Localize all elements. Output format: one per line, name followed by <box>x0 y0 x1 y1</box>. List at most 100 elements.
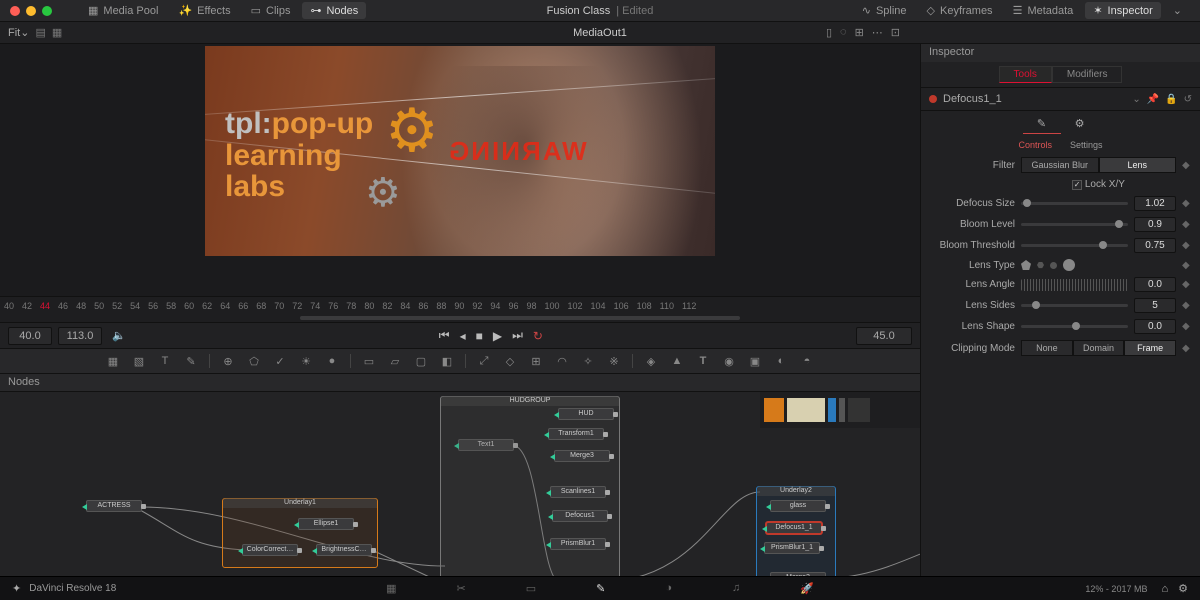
metadata-button[interactable]: ☰Metadata <box>1005 2 1082 19</box>
tool-text-icon[interactable]: T <box>157 355 173 367</box>
maximize-window[interactable] <box>42 6 52 16</box>
page-color[interactable]: ◑ <box>665 582 672 595</box>
lens-sides-value[interactable]: 5 <box>1134 298 1176 313</box>
tab-modifiers[interactable]: Modifiers <box>1052 66 1123 83</box>
lens-shape-value[interactable]: 0.0 <box>1134 319 1176 334</box>
tool-paint-icon[interactable]: ✎ <box>183 355 199 368</box>
node-merge3[interactable]: Merge3 <box>554 450 610 462</box>
group-underlay1[interactable]: Underlay1 <box>222 498 378 568</box>
node-ellipse1[interactable]: Ellipse1 <box>298 518 354 530</box>
node-hud[interactable]: HUD <box>558 408 614 420</box>
tool-resize-icon[interactable]: ⤢ <box>476 355 492 368</box>
keyframe-icon[interactable]: ◆ <box>1182 219 1190 230</box>
node-brightness[interactable]: BrightnessC… <box>316 544 372 556</box>
subtab-controls[interactable]: ✎ <box>1023 117 1061 134</box>
tool-tracker-icon[interactable]: ⊕ <box>220 355 236 368</box>
keyframe-icon[interactable]: ◆ <box>1182 343 1190 354</box>
spline-button[interactable]: ∿Spline <box>854 2 915 19</box>
nodes-button[interactable]: ⊶Nodes <box>302 2 366 19</box>
in-frame[interactable]: 40.0 <box>8 327 52 345</box>
fit-dropdown[interactable]: Fit⌄ <box>8 26 29 39</box>
stop-button[interactable]: ■ <box>476 329 483 343</box>
tool-mask-icon[interactable]: ⬠ <box>246 355 262 368</box>
view-mode-b[interactable]: ▦ <box>52 26 62 39</box>
clip-frame[interactable]: Frame <box>1124 340 1176 356</box>
page-edit[interactable]: ▭ <box>526 582 536 595</box>
keyframe-icon[interactable]: ◆ <box>1182 198 1190 209</box>
tool-brightness-icon[interactable]: ☀ <box>298 355 314 368</box>
tool-bg-icon[interactable]: ▦ <box>105 355 121 368</box>
lens-angle-dial[interactable] <box>1021 279 1128 291</box>
tool-xf-icon[interactable]: ▱ <box>387 355 403 368</box>
reset-icon[interactable]: ↺ <box>1184 94 1192 105</box>
subtab-settings[interactable]: ⚙ <box>1061 117 1099 134</box>
lens-type-circle-small[interactable] <box>1050 262 1057 269</box>
inspector-button[interactable]: ✶Inspector <box>1085 2 1160 19</box>
tool-blur-icon[interactable]: ● <box>324 355 340 367</box>
lens-angle-value[interactable]: 0.0 <box>1134 277 1176 292</box>
defocus-size-slider[interactable] <box>1021 202 1128 205</box>
keyframes-button[interactable]: ◇Keyframes <box>919 2 1001 19</box>
lockxy-checkbox[interactable]: ✓ <box>1072 180 1082 190</box>
tool-pEmit-icon[interactable]: ※ <box>606 355 622 368</box>
play-button[interactable]: ▶ <box>493 329 502 343</box>
go-end-button[interactable]: ⏭ <box>512 328 523 343</box>
keyframe-icon[interactable]: ◆ <box>1182 279 1190 290</box>
lock-icon[interactable]: 🔒 <box>1165 94 1177 105</box>
close-window[interactable] <box>10 6 20 16</box>
view-grid-icon[interactable]: ⊞ <box>855 26 864 39</box>
node-defocus1[interactable]: Defocus1 <box>552 510 608 522</box>
tool-chroma-icon[interactable]: ◧ <box>439 355 455 368</box>
view-globe-icon[interactable]: ◌ <box>840 26 847 39</box>
keyframe-icon[interactable]: ◆ <box>1182 300 1190 311</box>
viewer[interactable]: tpl:pop-up learning labs ⚙ ⚙ WARNING <box>0 44 920 296</box>
time-ruler[interactable]: 4042444648505254565860626466687072747678… <box>0 296 920 314</box>
go-start-button[interactable]: ⏮ <box>439 328 450 343</box>
view-split-icon[interactable]: ▯ <box>826 26 832 39</box>
tool-shader-icon[interactable]: ◓ <box>799 355 815 367</box>
lens-type-circle-large[interactable] <box>1063 259 1075 271</box>
clip-none[interactable]: None <box>1021 340 1073 356</box>
scrub-bar[interactable] <box>0 314 920 322</box>
bloom-threshold-slider[interactable] <box>1021 244 1128 247</box>
tool-corner-icon[interactable]: ◇ <box>502 355 518 368</box>
tool-3d-icon[interactable]: ◈ <box>643 355 659 368</box>
effects-button[interactable]: ✨Effects <box>170 2 238 19</box>
filter-gaussian[interactable]: Gaussian Blur <box>1021 157 1099 173</box>
defocus-size-value[interactable]: 1.02 <box>1134 196 1176 211</box>
page-media[interactable]: ▦ <box>386 582 396 595</box>
keyframe-icon[interactable]: ◆ <box>1182 260 1190 271</box>
versions-icon[interactable]: ⌄ <box>1132 94 1140 105</box>
page-cut[interactable]: ✂ <box>456 582 465 595</box>
node-scanlines1[interactable]: Scanlines1 <box>550 486 606 498</box>
page-fairlight[interactable]: ♫ <box>732 582 740 595</box>
audio-icon[interactable]: 🔈 <box>112 329 126 342</box>
inspector-node-header[interactable]: Defocus1_1 ⌄ 📌 🔒 ↺ <box>921 87 1200 111</box>
tool-render-icon[interactable]: ▣ <box>747 355 763 368</box>
node-glass[interactable]: glass <box>770 500 826 512</box>
tool-text3d-icon[interactable]: T <box>695 355 711 367</box>
tool-shape-icon[interactable]: ◉ <box>721 355 737 368</box>
tool-bspline-icon[interactable]: ✓ <box>272 355 288 368</box>
view-dots-icon[interactable]: ⋯ <box>872 26 883 39</box>
step-back-button[interactable]: ◂ <box>460 329 466 343</box>
lens-type-hexagon[interactable] <box>1037 262 1044 269</box>
current-frame[interactable]: 45.0 <box>856 327 912 345</box>
tool-lens-icon[interactable]: ◠ <box>554 355 570 368</box>
keyframe-icon[interactable]: ◆ <box>1182 160 1190 171</box>
tool-particle-icon[interactable]: ✧ <box>580 355 596 368</box>
tool-fastnoise-icon[interactable]: ▧ <box>131 355 147 368</box>
node-colorcorrect[interactable]: ColorCorrect… <box>242 544 298 556</box>
lens-sides-slider[interactable] <box>1021 304 1128 307</box>
node-prismblur1[interactable]: PrismBlur1 <box>550 538 606 550</box>
lens-type-pentagon[interactable] <box>1021 260 1031 270</box>
tool-light-icon[interactable]: ◐ <box>773 355 789 367</box>
expand-button[interactable]: ⌄ <box>1165 2 1190 19</box>
clips-button[interactable]: ▭Clips <box>243 2 299 19</box>
page-fusion[interactable]: ✎ <box>596 582 605 595</box>
settings-icon[interactable]: ⚙ <box>1178 582 1188 595</box>
keyframe-icon[interactable]: ◆ <box>1182 240 1190 251</box>
pin-icon[interactable]: 📌 <box>1147 94 1159 105</box>
node-prismblur1-1[interactable]: PrismBlur1_1 <box>764 542 820 554</box>
filter-lens[interactable]: Lens <box>1099 157 1177 173</box>
